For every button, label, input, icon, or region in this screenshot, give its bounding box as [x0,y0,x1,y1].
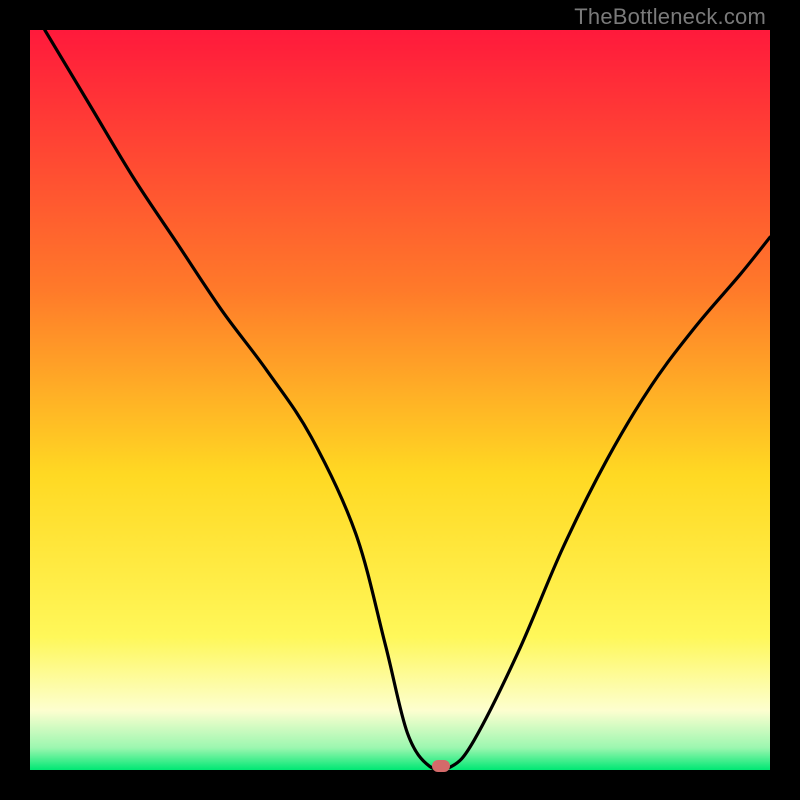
chart-frame [30,30,770,770]
watermark-text: TheBottleneck.com [574,4,766,30]
optimum-marker [432,760,450,772]
gradient-background [30,30,770,770]
